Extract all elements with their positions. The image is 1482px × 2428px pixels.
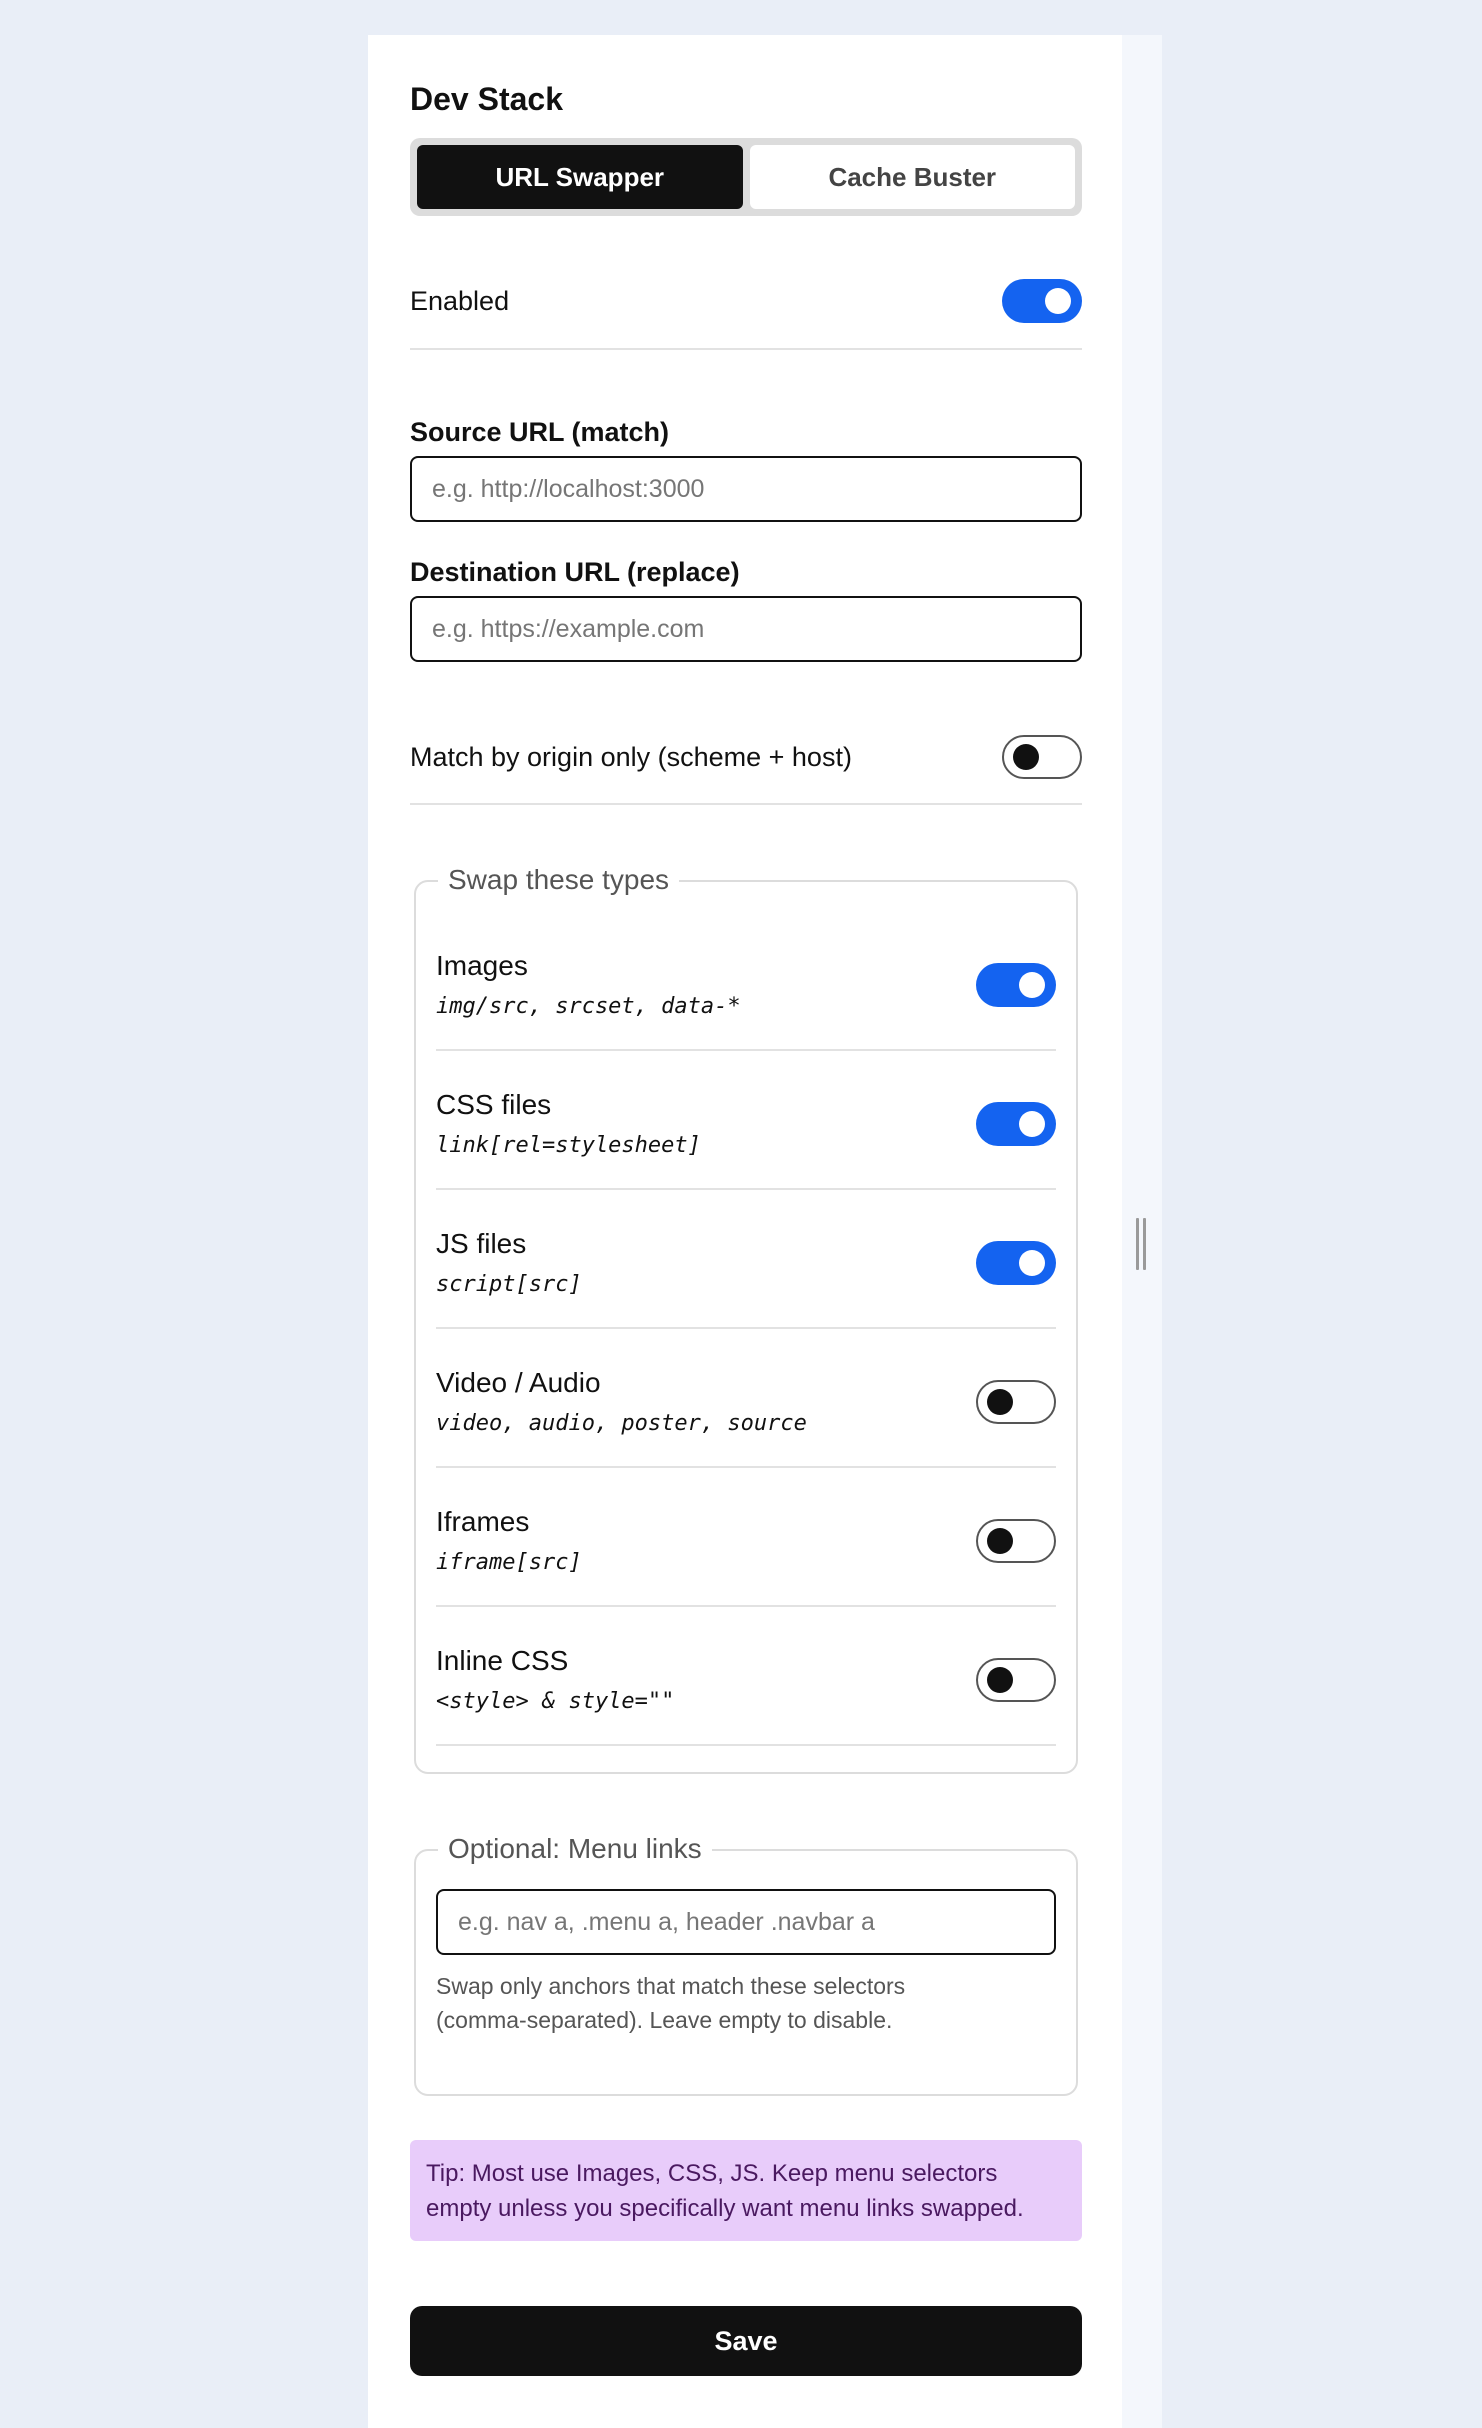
menu-selectors-input[interactable] <box>436 1889 1056 1955</box>
help-line: (comma-separated). Leave empty to disabl… <box>436 2007 893 2033</box>
menu-links-group: Optional: Menu links Swap only anchors t… <box>414 1833 1078 2096</box>
toggle-knob <box>1019 1250 1045 1276</box>
type-title: Video / Audio <box>436 1367 601 1398</box>
type-item-iframes: Iframes iframe[src] <box>436 1468 1056 1607</box>
toggle-knob <box>987 1528 1013 1554</box>
type-title: Iframes <box>436 1506 530 1537</box>
type-title: JS files <box>436 1228 527 1259</box>
origin-only-label: Match by origin only (scheme + host) <box>410 741 852 772</box>
enabled-toggle[interactable] <box>1002 279 1082 323</box>
type-subtitle: iframe[src] <box>436 1550 582 1575</box>
type-subtitle: <style> & style="" <box>436 1689 675 1714</box>
type-item-video-audio: Video / Audio video, audio, poster, sour… <box>436 1329 1056 1468</box>
type-subtitle: link[rel=stylesheet] <box>436 1133 701 1158</box>
swap-types-legend: Swap these types <box>438 864 680 896</box>
source-url-input[interactable] <box>410 456 1082 522</box>
swap-types-group: Swap these types Images img/src, srcset,… <box>414 864 1078 1774</box>
type-item-js-files: JS files script[src] <box>436 1190 1056 1329</box>
type-title: Images <box>436 950 528 981</box>
type-item-inline-css: Inline CSS <style> & style="" <box>436 1607 1056 1746</box>
type-title: Inline CSS <box>436 1645 569 1676</box>
tab-bar: URL Swapper Cache Buster <box>410 138 1082 216</box>
type-title: CSS files <box>436 1089 552 1120</box>
tab-cache-buster[interactable]: Cache Buster <box>749 145 1075 209</box>
destination-url-input[interactable] <box>410 596 1082 662</box>
divider <box>410 803 1082 805</box>
toggle-knob <box>987 1389 1013 1415</box>
resize-handle-icon[interactable] <box>1136 1218 1146 1270</box>
origin-only-row: Match by origin only (scheme + host) <box>410 727 1082 787</box>
save-button[interactable]: Save <box>410 2306 1082 2376</box>
options-panel: Dev Stack URL Swapper Cache Buster Enabl… <box>368 35 1122 2428</box>
divider <box>410 348 1082 350</box>
menu-links-legend: Optional: Menu links <box>438 1833 712 1865</box>
type-subtitle: video, audio, poster, source <box>436 1411 807 1436</box>
type-item-css-files: CSS files link[rel=stylesheet] <box>436 1051 1056 1190</box>
toggle-knob <box>1045 288 1071 314</box>
iframes-toggle[interactable] <box>976 1519 1056 1563</box>
destination-url-label: Destination URL (replace) <box>410 557 740 587</box>
tip-box: Tip: Most use Images, CSS, JS. Keep menu… <box>410 2140 1082 2241</box>
toggle-knob <box>1019 1111 1045 1137</box>
tip-line: Tip: Most use Images, CSS, JS. Keep menu… <box>426 2160 998 2187</box>
type-subtitle: script[src] <box>436 1272 582 1297</box>
inline-css-toggle[interactable] <box>976 1658 1056 1702</box>
css-files-toggle[interactable] <box>976 1102 1056 1146</box>
app-title: Dev Stack <box>410 81 563 117</box>
enabled-label: Enabled <box>410 285 510 316</box>
toggle-knob <box>987 1667 1013 1693</box>
source-url-label: Source URL (match) <box>410 417 670 447</box>
images-toggle[interactable] <box>976 963 1056 1007</box>
type-subtitle: img/src, srcset, data-* <box>436 994 741 1019</box>
divider <box>436 1744 1056 1746</box>
video-audio-toggle[interactable] <box>976 1380 1056 1424</box>
toggle-knob <box>1013 744 1039 770</box>
type-item-images: Images img/src, srcset, data-* <box>436 912 1056 1051</box>
js-files-toggle[interactable] <box>976 1241 1056 1285</box>
menu-help-text: Swap only anchors that match these selec… <box>436 1969 905 2037</box>
enabled-row: Enabled <box>410 271 1082 331</box>
help-line: Swap only anchors that match these selec… <box>436 1973 906 1999</box>
toggle-knob <box>1019 972 1045 998</box>
origin-only-toggle[interactable] <box>1002 735 1082 779</box>
tab-url-swapper[interactable]: URL Swapper <box>417 145 743 209</box>
tip-line: empty unless you specifically want menu … <box>426 2195 1024 2222</box>
